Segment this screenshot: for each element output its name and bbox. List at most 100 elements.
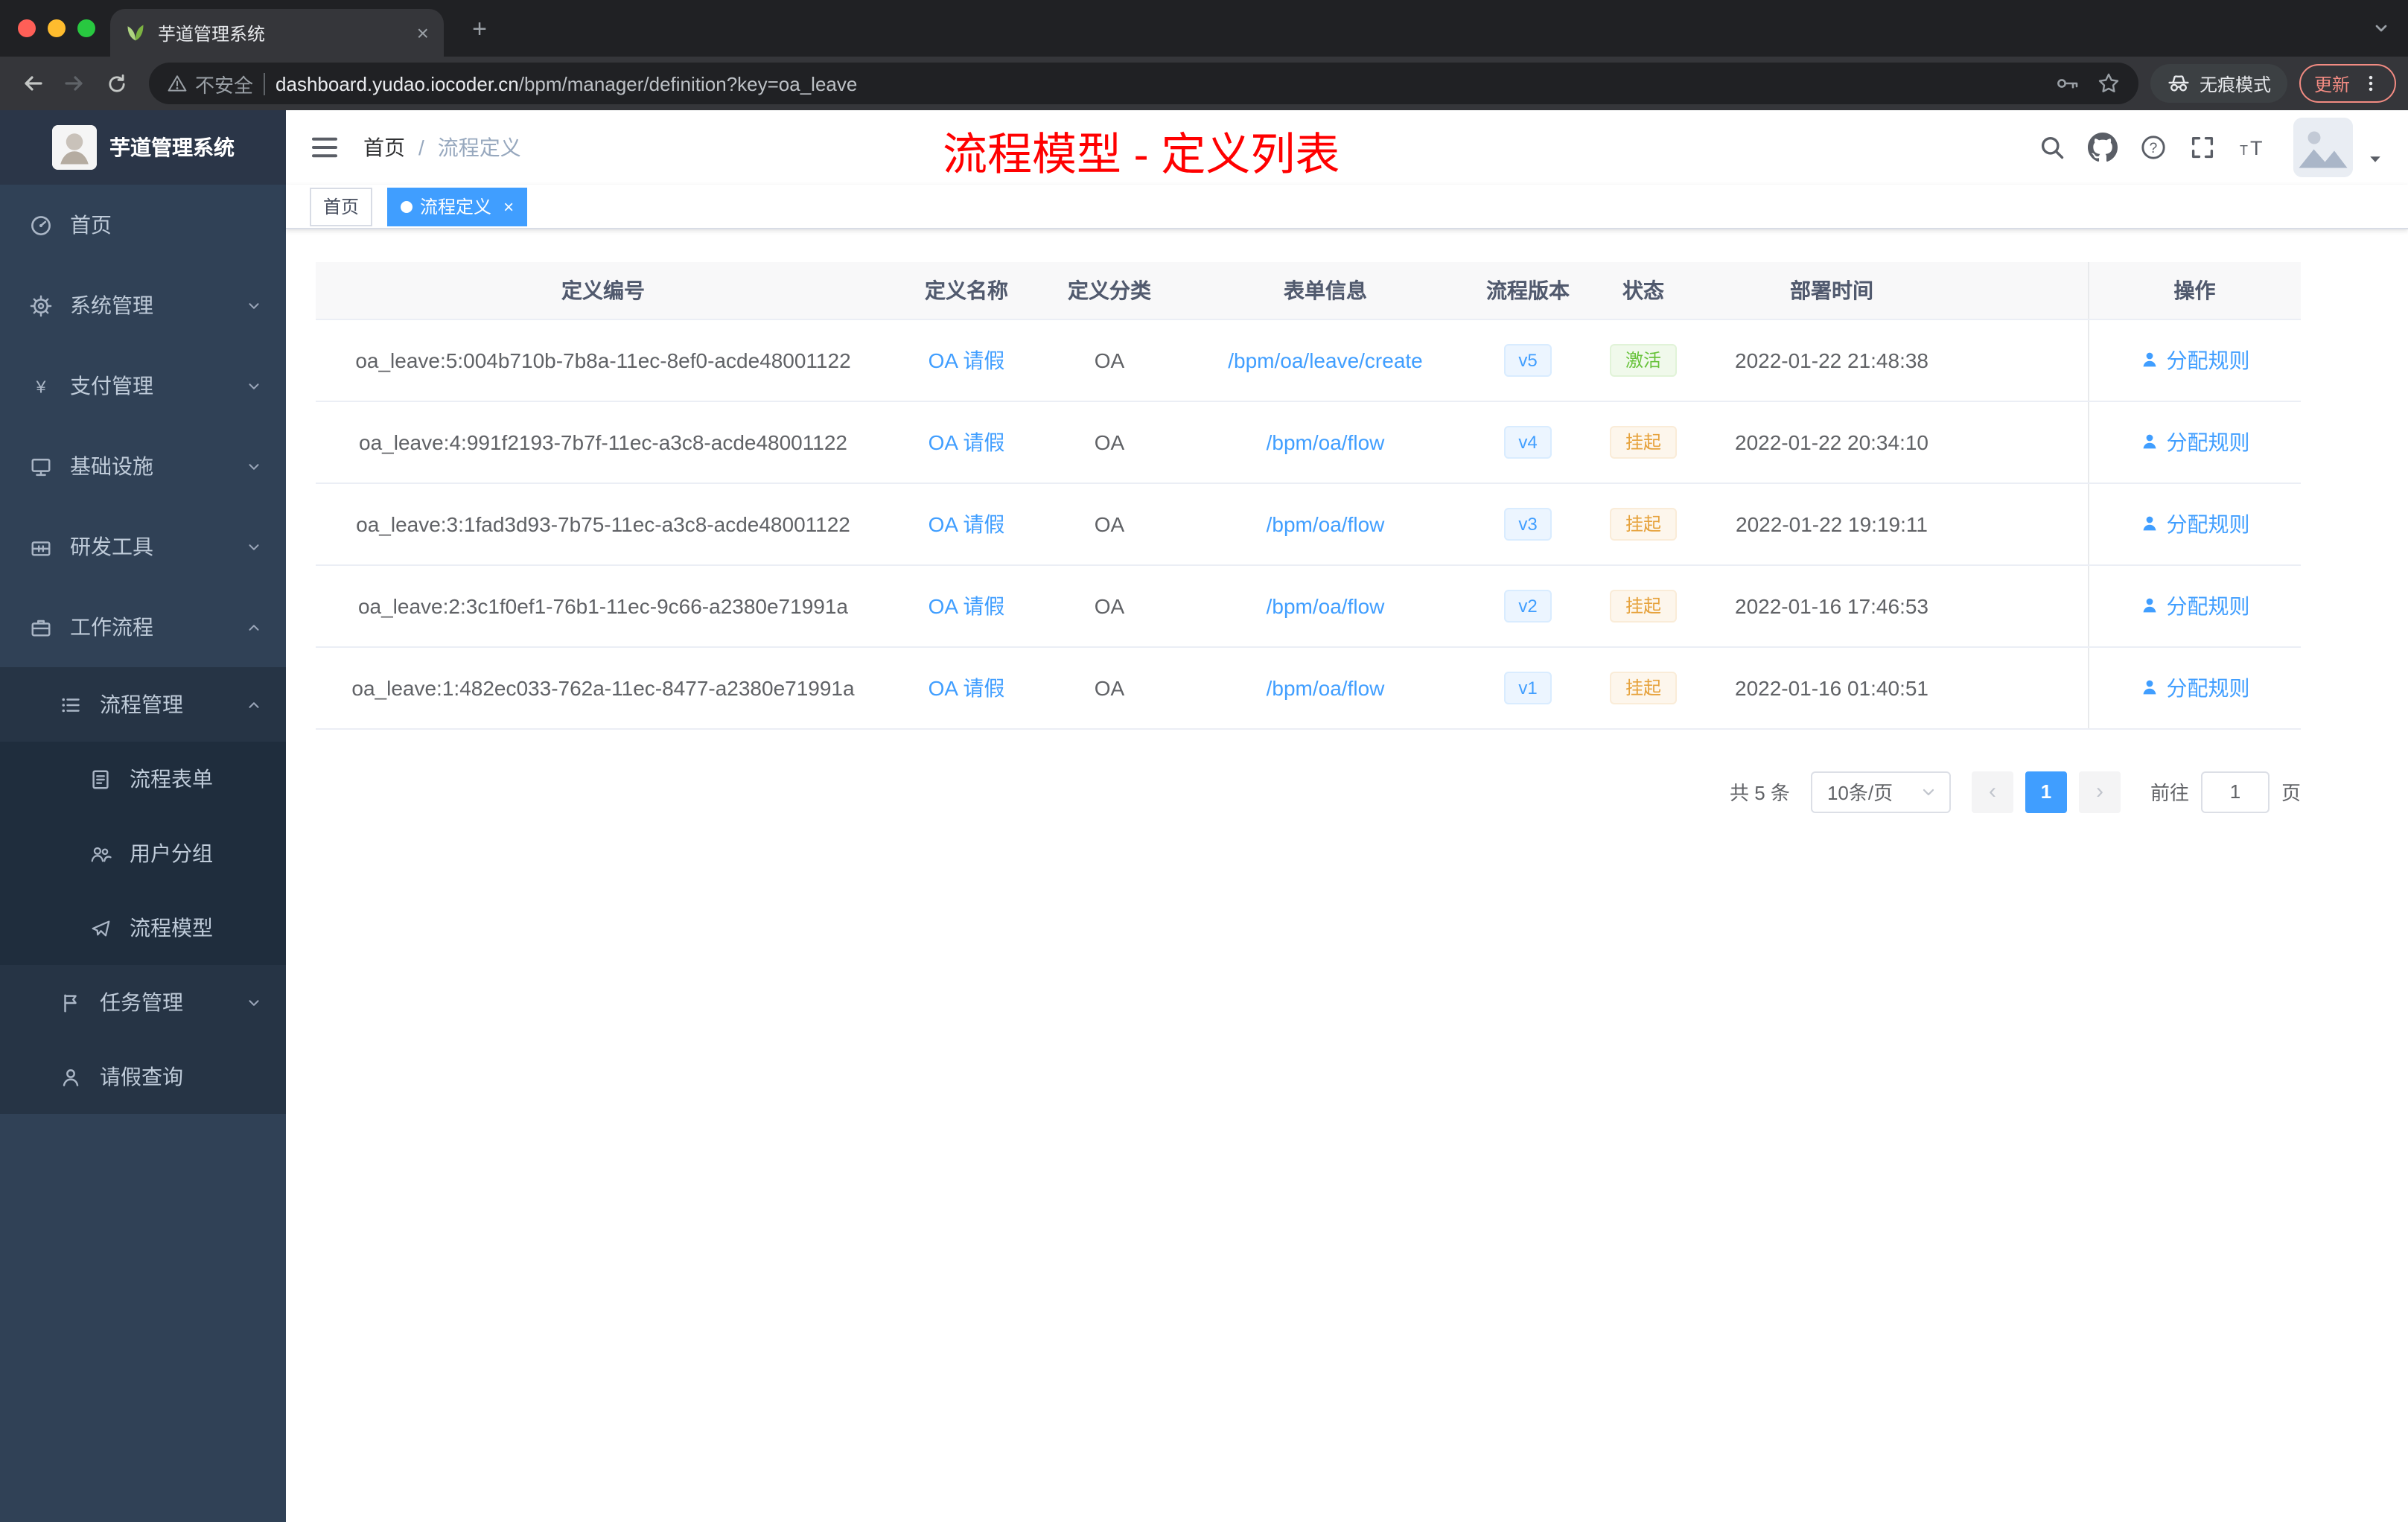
incognito-label: 无痕模式	[2199, 74, 2271, 95]
form-cell: /bpm/oa/flow	[1176, 401, 1474, 483]
incognito-icon	[2167, 71, 2191, 95]
sidebar-item-4[interactable]: 研发工具	[0, 506, 286, 587]
form-cell: /bpm/oa/flow	[1176, 483, 1474, 565]
page-number-button[interactable]: 1	[2025, 771, 2067, 812]
assign-rule-link[interactable]: 分配规则	[2140, 672, 2250, 702]
status-cell: 挂起	[1582, 646, 1705, 729]
tags-view-tag-0[interactable]: 首页	[310, 187, 373, 226]
tab-close-icon[interactable]: ×	[417, 22, 429, 43]
person-fill-icon	[2140, 514, 2159, 533]
dashboard-icon	[30, 214, 52, 236]
definition-name-link[interactable]: OA 请假	[929, 430, 1005, 453]
kebab-menu-icon[interactable]	[2360, 73, 2381, 94]
form-link[interactable]: /bpm/oa/flow	[1267, 512, 1385, 535]
version-badge: v5	[1503, 343, 1552, 376]
status-cell: 挂起	[1582, 483, 1705, 565]
goto-page-input[interactable]	[2200, 771, 2270, 812]
forward-button[interactable]	[54, 63, 95, 104]
assign-rule-link[interactable]: 分配规则	[2140, 345, 2250, 375]
definition-name-cell: OA 请假	[891, 646, 1042, 729]
definition-name-link[interactable]: OA 请假	[929, 512, 1005, 535]
sidebar-logo[interactable]: 芋道管理系统	[0, 110, 286, 185]
column-header-2: 定义分类	[1042, 262, 1176, 319]
tab-search-chevron-icon[interactable]	[2372, 19, 2390, 37]
back-button[interactable]	[12, 63, 54, 104]
sidebar-item-5[interactable]: 工作流程	[0, 587, 286, 667]
form-link[interactable]: /bpm/oa/flow	[1267, 675, 1385, 699]
sidebar-item-11[interactable]: 请假查询	[0, 1039, 286, 1114]
status-badge: 激活	[1610, 343, 1676, 376]
definition-name-cell: OA 请假	[891, 483, 1042, 565]
category-cell: OA	[1042, 564, 1176, 647]
window-minimize-button[interactable]	[48, 19, 66, 37]
caret-down-icon[interactable]	[2366, 150, 2384, 168]
sidebar-item-0[interactable]: 首页	[0, 185, 286, 265]
sidebar-item-8[interactable]: 用户分组	[0, 816, 286, 891]
table-row: oa_leave:1:482ec033-762a-11ec-8477-a2380…	[316, 646, 2301, 729]
assign-rule-link[interactable]: 分配规则	[2140, 427, 2250, 456]
avatar[interactable]	[2293, 118, 2353, 177]
tag-label: 流程定义	[420, 197, 492, 217]
key-icon[interactable]	[2055, 71, 2079, 95]
chevron-down-icon	[246, 538, 262, 555]
sidebar-item-3[interactable]: 基础设施	[0, 426, 286, 506]
page-size-select[interactable]: 10条/页	[1810, 771, 1951, 812]
workflow-icon	[30, 616, 52, 638]
form-cell: /bpm/oa/flow	[1176, 646, 1474, 729]
font-size-icon[interactable]: TT	[2238, 134, 2271, 161]
question-icon[interactable]: ?	[2140, 134, 2167, 161]
incognito-badge: 无痕模式	[2150, 64, 2287, 103]
filler-cell	[1958, 483, 2088, 565]
sidebar-item-2[interactable]: ¥ 支付管理	[0, 346, 286, 426]
form-link[interactable]: /bpm/oa/flow	[1267, 430, 1385, 453]
browser-toolbar: 不安全 dashboard.yudao.iocoder.cn/bpm/manag…	[0, 57, 2408, 110]
form-link[interactable]: /bpm/oa/flow	[1267, 593, 1385, 617]
logo-image	[51, 125, 96, 170]
person-fill-icon	[2140, 432, 2159, 451]
form-link[interactable]: /bpm/oa/leave/create	[1228, 348, 1423, 372]
tag-close-icon[interactable]: ×	[503, 196, 514, 217]
app: 芋道管理系统 首页 系统管理 ¥ 支付管理 基础设施 研发工具 工作流程 流程管理 流程表单 用户…	[0, 110, 2408, 1522]
address-bar[interactable]: 不安全 dashboard.yudao.iocoder.cn/bpm/manag…	[149, 63, 2138, 104]
omnibox-divider	[264, 72, 266, 95]
update-button[interactable]: 更新	[2299, 64, 2396, 103]
fullscreen-icon[interactable]	[2189, 134, 2216, 161]
sidebar-item-10[interactable]: 任务管理	[0, 965, 286, 1039]
chevron-down-icon	[246, 297, 262, 313]
sidebar-item-6[interactable]: 流程管理	[0, 667, 286, 742]
star-icon[interactable]	[2097, 71, 2121, 95]
github-icon[interactable]	[2088, 133, 2118, 162]
new-tab-button[interactable]: +	[462, 12, 497, 48]
definition-name-link[interactable]: OA 请假	[929, 348, 1005, 372]
tags-view-tag-1[interactable]: 流程定义 ×	[387, 187, 528, 226]
category-cell: OA	[1042, 319, 1176, 401]
search-icon[interactable]	[2039, 134, 2065, 161]
infrastructure-icon	[30, 455, 52, 477]
browser-tab[interactable]: 芋道管理系统 ×	[110, 9, 444, 57]
sidebar-item-9[interactable]: 流程模型	[0, 891, 286, 965]
prev-page-button[interactable]: ‹	[1971, 771, 2013, 812]
category-cell: OA	[1042, 483, 1176, 565]
breadcrumb-home[interactable]: 首页	[363, 133, 405, 162]
hamburger-icon[interactable]	[310, 133, 340, 162]
warning-icon	[167, 73, 188, 94]
definition-name-link[interactable]: OA 请假	[929, 593, 1005, 617]
security-chip[interactable]: 不安全	[167, 69, 253, 98]
assign-rule-link[interactable]: 分配规则	[2140, 590, 2250, 620]
chevron-down-icon	[1920, 783, 1937, 800]
filler-cell	[1958, 564, 2088, 647]
definition-name-link[interactable]: OA 请假	[929, 675, 1005, 699]
next-page-button[interactable]: ›	[2078, 771, 2121, 812]
definition-name-cell: OA 请假	[891, 564, 1042, 647]
operation-cell: 分配规则	[2087, 564, 2301, 647]
window-zoom-button[interactable]	[77, 19, 95, 37]
version-cell: v4	[1474, 401, 1582, 483]
sidebar-item-7[interactable]: 流程表单	[0, 742, 286, 816]
assign-rule-link[interactable]: 分配规则	[2140, 509, 2250, 538]
window-close-button[interactable]	[18, 19, 36, 37]
reload-button[interactable]	[95, 63, 137, 104]
version-badge: v1	[1503, 671, 1552, 704]
svg-text:T: T	[2240, 143, 2248, 158]
sidebar-item-1[interactable]: 系统管理	[0, 265, 286, 346]
chevron-up-icon	[246, 696, 262, 713]
